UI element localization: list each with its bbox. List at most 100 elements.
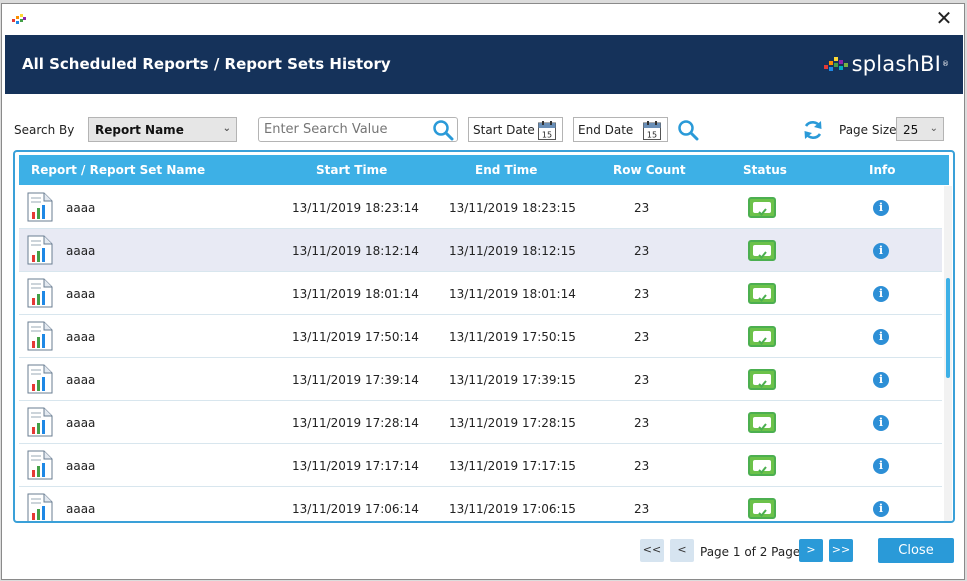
chevron-down-icon: ⌄ (222, 123, 231, 134)
previous-page-button[interactable]: < (670, 539, 694, 562)
status-success-icon (748, 498, 776, 519)
end-time: 13/11/2019 18:23:15 (449, 201, 576, 215)
report-name: aaaa (66, 287, 96, 301)
report-name: aaaa (66, 373, 96, 387)
column-header-info[interactable]: Info (869, 163, 895, 177)
column-header-end-time[interactable]: End Time (475, 163, 537, 177)
end-time: 13/11/2019 17:39:15 (449, 373, 576, 387)
status-success-icon (748, 455, 776, 476)
start-time: 13/11/2019 18:01:14 (292, 287, 419, 301)
start-time: 13/11/2019 17:50:14 (292, 330, 419, 344)
start-time: 13/11/2019 17:39:14 (292, 373, 419, 387)
table-row[interactable]: aaaa 13/11/2019 17:06:14 13/11/2019 17:0… (19, 487, 942, 521)
row-count: 23 (634, 502, 650, 516)
report-name: aaaa (66, 502, 96, 516)
row-count: 23 (634, 244, 650, 258)
column-header-row-count[interactable]: Row Count (613, 163, 686, 177)
info-icon[interactable]: i (873, 200, 889, 216)
search-by-label: Search By (14, 123, 75, 137)
report-document-icon (27, 450, 53, 480)
page-size-value: 25 (903, 123, 919, 137)
info-icon[interactable]: i (873, 372, 889, 388)
row-count: 23 (634, 373, 650, 387)
window-close-icon[interactable]: ✕ (932, 7, 956, 31)
date-search-icon[interactable] (677, 119, 699, 141)
report-document-icon (27, 278, 53, 308)
start-time: 13/11/2019 17:06:14 (292, 502, 419, 516)
table-header: Report / Report Set Name Start Time End … (19, 155, 949, 185)
info-icon[interactable]: i (873, 286, 889, 302)
first-page-button[interactable]: << (640, 539, 664, 562)
history-table: Report / Report Set Name Start Time End … (13, 150, 955, 523)
last-page-button[interactable]: >> (829, 539, 853, 562)
start-date-label: Start Date (473, 123, 535, 137)
info-icon[interactable]: i (873, 329, 889, 345)
end-time: 13/11/2019 17:50:15 (449, 330, 576, 344)
report-history-dialog: ✕ All Scheduled Reports / Report Sets Hi… (1, 3, 965, 580)
report-name: aaaa (66, 201, 96, 215)
table-row[interactable]: aaaa 13/11/2019 18:12:14 13/11/2019 18:1… (19, 229, 942, 272)
status-success-icon (748, 326, 776, 347)
refresh-icon[interactable] (802, 119, 824, 141)
row-count: 23 (634, 287, 650, 301)
chevron-down-icon: ⌄ (929, 123, 938, 134)
pager-footer: << < Page 1 of 2 Pages > >> Close (2, 537, 964, 567)
end-time: 13/11/2019 18:01:14 (449, 287, 576, 301)
calendar-day-number: 15 (542, 131, 552, 140)
start-date-field[interactable]: Start Date 15 (468, 117, 563, 142)
next-page-button[interactable]: > (799, 539, 823, 562)
table-body: aaaa 13/11/2019 18:23:14 13/11/2019 18:2… (19, 186, 942, 521)
row-count: 23 (634, 201, 650, 215)
end-time: 13/11/2019 17:17:15 (449, 459, 576, 473)
page-indicator: Page 1 of 2 Pages (700, 545, 807, 559)
report-document-icon (27, 321, 53, 351)
end-time: 13/11/2019 17:28:15 (449, 416, 576, 430)
status-success-icon (748, 369, 776, 390)
start-time: 13/11/2019 17:28:14 (292, 416, 419, 430)
table-row[interactable]: aaaa 13/11/2019 18:01:14 13/11/2019 18:0… (19, 272, 942, 315)
table-row[interactable]: aaaa 13/11/2019 18:23:14 13/11/2019 18:2… (19, 186, 942, 229)
status-success-icon (748, 412, 776, 433)
search-by-select[interactable]: Report Name ⌄ (88, 117, 237, 142)
info-icon[interactable]: i (873, 243, 889, 259)
status-success-icon (748, 240, 776, 261)
calendar-icon[interactable]: 15 (538, 121, 556, 140)
calendar-day-number: 15 (647, 131, 657, 140)
scrollbar-thumb[interactable] (946, 278, 950, 378)
vertical-scrollbar[interactable] (944, 186, 952, 521)
end-time: 13/11/2019 18:12:15 (449, 244, 576, 258)
column-header-start-time[interactable]: Start Time (316, 163, 387, 177)
report-document-icon (27, 493, 53, 521)
table-row[interactable]: aaaa 13/11/2019 17:17:14 13/11/2019 17:1… (19, 444, 942, 487)
close-button[interactable]: Close (878, 538, 954, 563)
search-toolbar: Search By Report Name ⌄ Start Date 15 En… (2, 112, 964, 144)
dialog-header: All Scheduled Reports / Report Sets Hist… (5, 35, 963, 94)
info-icon[interactable]: i (873, 458, 889, 474)
start-time: 13/11/2019 18:23:14 (292, 201, 419, 215)
column-header-status[interactable]: Status (743, 163, 787, 177)
search-input[interactable] (258, 117, 458, 142)
page-size-label: Page Size (839, 123, 897, 137)
column-header-name[interactable]: Report / Report Set Name (31, 163, 205, 177)
row-count: 23 (634, 459, 650, 473)
info-icon[interactable]: i (873, 415, 889, 431)
brand-name: splashBI (851, 52, 941, 76)
table-row[interactable]: aaaa 13/11/2019 17:50:14 13/11/2019 17:5… (19, 315, 942, 358)
info-icon[interactable]: i (873, 501, 889, 517)
report-name: aaaa (66, 330, 96, 344)
table-row[interactable]: aaaa 13/11/2019 17:39:14 13/11/2019 17:3… (19, 358, 942, 401)
brand-logo: splashBI ® (823, 51, 949, 77)
report-name: aaaa (66, 416, 96, 430)
end-date-field[interactable]: End Date 15 (573, 117, 668, 142)
page-size-select[interactable]: 25 ⌄ (896, 117, 944, 141)
title-bar: ✕ (2, 4, 964, 34)
splashbi-logo-icon (823, 57, 848, 71)
report-name: aaaa (66, 244, 96, 258)
report-name: aaaa (66, 459, 96, 473)
brand-registered-mark: ® (942, 60, 949, 68)
splashbi-app-icon (12, 14, 26, 24)
calendar-icon[interactable]: 15 (643, 121, 661, 140)
search-icon[interactable] (432, 119, 454, 141)
row-count: 23 (634, 416, 650, 430)
table-row[interactable]: aaaa 13/11/2019 17:28:14 13/11/2019 17:2… (19, 401, 942, 444)
